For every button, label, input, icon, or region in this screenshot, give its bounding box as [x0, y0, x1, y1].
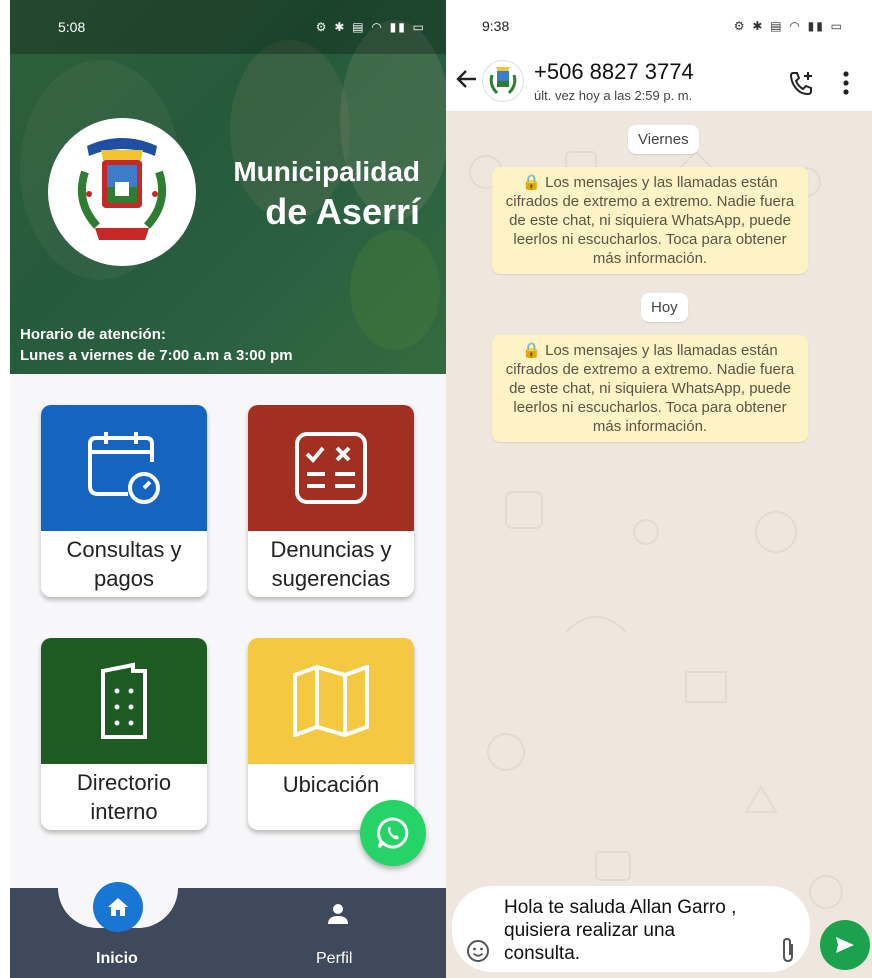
- last-seen: últ. vez hoy a las 2:59 p. m.: [534, 88, 693, 103]
- tile-label-line-2: interno: [90, 799, 158, 824]
- encryption-notice[interactable]: 🔒 Los mensajes y las llamadas están cifr…: [492, 167, 808, 274]
- home-icon: [108, 898, 128, 916]
- back-arrow-icon[interactable]: [454, 66, 480, 92]
- map-icon: [293, 665, 369, 737]
- contact-name[interactable]: +506 8827 3774: [534, 59, 694, 85]
- emoji-icon[interactable]: [466, 939, 490, 963]
- tile-label-line-1: Directorio: [76, 770, 172, 795]
- send-button[interactable]: [820, 920, 870, 970]
- chat-header: +506 8827 3774 últ. vez hoy a las 2:59 p…: [446, 52, 872, 112]
- municipality-logo: [48, 118, 196, 266]
- tile-label-line-1: Denuncias y: [270, 537, 392, 562]
- tile-header: [41, 405, 207, 531]
- chat-background: Viernes 🔒 Los mensajes y las llamadas es…: [446, 112, 872, 978]
- attach-icon[interactable]: [778, 936, 798, 964]
- more-options-icon[interactable]: [842, 70, 850, 96]
- contact-avatar[interactable]: [482, 60, 524, 102]
- checklist-icon: [295, 432, 367, 504]
- coat-of-arms-icon: [78, 138, 166, 240]
- whatsapp-button[interactable]: [360, 800, 426, 866]
- office-hours: Horario de atención: Lunes a viernes de …: [20, 324, 293, 366]
- status-icons: ⚙ ✱ ▤ ◠ ▮▮ ▭: [733, 19, 844, 33]
- tile-label-line-2: pagos: [94, 566, 154, 591]
- whatsapp-icon: [377, 817, 409, 849]
- nav-item-inicio[interactable]: Inicio: [96, 950, 138, 968]
- tile-denuncias-sugerencias[interactable]: Denuncias y sugerencias: [248, 405, 414, 597]
- title-line-1: Municipalidad: [233, 156, 420, 187]
- encryption-notice[interactable]: 🔒 Los mensajes y las llamadas están cifr…: [492, 335, 808, 442]
- person-icon[interactable]: [326, 902, 350, 926]
- coat-of-arms-icon: [489, 67, 517, 95]
- building-icon: [101, 662, 147, 739]
- title-line-2: de Aserrí: [265, 191, 420, 232]
- tile-label-line-1: Consultas y: [66, 537, 182, 562]
- date-separator: Viernes: [628, 125, 699, 154]
- tile-label: Denuncias y sugerencias: [248, 531, 414, 597]
- status-bar: 5:08 ⚙ ✱ ▤ ◠ ▮▮ ▭: [10, 0, 446, 54]
- add-call-icon[interactable]: [788, 70, 814, 96]
- tile-header: [248, 405, 414, 531]
- status-time: 5:08: [58, 19, 86, 35]
- hours-label: Horario de atención:: [20, 326, 166, 343]
- tile-directorio-interno[interactable]: Directorio interno: [41, 638, 207, 830]
- tile-label: Directorio interno: [41, 764, 207, 830]
- hours-value: Lunes a viernes de 7:00 a.m a 3:00 pm: [20, 347, 293, 364]
- tile-consultas-pagos[interactable]: Consultas y pagos: [41, 405, 207, 597]
- nav-item-perfil[interactable]: Perfil: [316, 950, 352, 968]
- header-banner: 5:08 ⚙ ✱ ▤ ◠ ▮▮ ▭ Municipalidad de Aserr…: [10, 0, 446, 374]
- date-separator: Hoy: [641, 293, 688, 322]
- whatsapp-chat-screen: Viernes 🔒 Los mensajes y las llamadas es…: [446, 0, 872, 978]
- message-input[interactable]: Hola te saluda Allan Garro , quisiera re…: [504, 896, 744, 965]
- status-bar: 9:38 ⚙ ✱ ▤ ◠ ▮▮ ▭: [446, 0, 872, 52]
- tile-header: [41, 638, 207, 764]
- nav-home-button[interactable]: [93, 882, 143, 932]
- tile-label: Consultas y pagos: [41, 531, 207, 597]
- tile-label-line-1: Ubicación: [282, 772, 380, 797]
- tile-header: [248, 638, 414, 764]
- status-time: 9:38: [482, 18, 510, 34]
- app-title: Municipalidad de Aserrí: [210, 152, 420, 232]
- send-icon: [836, 937, 854, 953]
- municipal-app-screen: 5:08 ⚙ ✱ ▤ ◠ ▮▮ ▭ Municipalidad de Aserr…: [10, 0, 446, 978]
- calendar-clock-icon: [88, 432, 160, 504]
- message-composer[interactable]: Hola te saluda Allan Garro , quisiera re…: [452, 886, 810, 972]
- tile-label-line-2: sugerencias: [271, 566, 391, 591]
- status-icons: ⚙ ✱ ▤ ◠ ▮▮ ▭: [315, 20, 426, 34]
